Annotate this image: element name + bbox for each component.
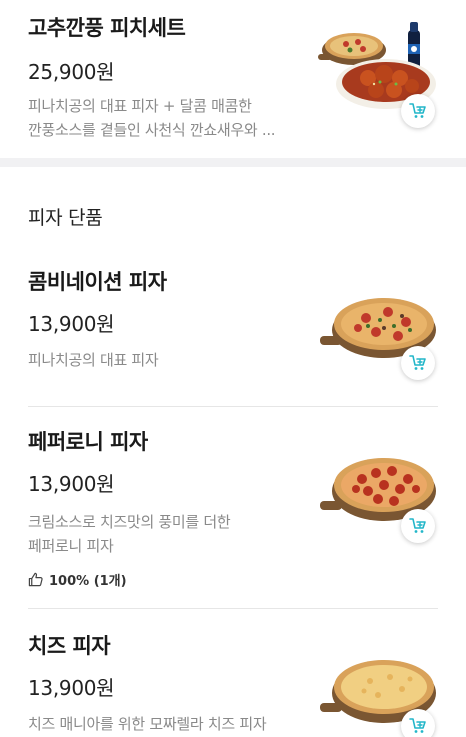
item-description-line: 피나치공의 대표 피자 + 달콤 매콤한 — [28, 97, 252, 115]
add-to-cart-button[interactable] — [401, 709, 435, 737]
item-description-line: 페퍼로니 피자 — [28, 537, 114, 555]
item-price: 13,900원 — [28, 472, 115, 496]
add-to-cart-icon — [409, 718, 426, 733]
menu-item-pepperoni-pizza[interactable]: 페퍼로니 피자 13,900원 크림소스로 치즈맛의 풍미를 더한 페퍼로니 피… — [0, 407, 466, 607]
item-name: 콤비네이션 피자 — [28, 270, 167, 294]
item-description: 크림소스로 치즈맛의 풍미를 더한 페퍼로니 피자 — [28, 510, 298, 558]
item-name: 페퍼로니 피자 — [28, 430, 148, 454]
menu-item-featured-set[interactable]: 고추깐풍 피치세트 25,900원 피나치공의 대표 피자 + 달콤 매콤한 깐… — [0, 0, 466, 158]
item-name: 치즈 피자 — [28, 634, 111, 658]
add-to-cart-button[interactable] — [401, 509, 435, 543]
item-description-line: 깐풍소스를 곁들인 사천식 깐쇼새우와 ... — [28, 121, 276, 139]
add-to-cart-button[interactable] — [401, 346, 435, 380]
item-description: 피나치공의 대표 피자 + 달콤 매콤한 깐풍소스를 곁들인 사천식 깐쇼새우와… — [28, 94, 298, 142]
add-to-cart-button[interactable] — [401, 94, 435, 128]
review-score: 100% (1개) — [49, 574, 127, 589]
item-description: 치즈 매니아를 위한 모짜렐라 치즈 피자 — [28, 712, 328, 736]
item-price: 25,900원 — [28, 60, 115, 84]
add-to-cart-icon — [409, 355, 426, 370]
item-description-line: 피나치공의 대표 피자 — [28, 351, 159, 369]
menu-item-combination-pizza[interactable]: 콤비네이션 피자 13,900원 피나치공의 대표 피자 — [0, 248, 466, 406]
item-description-line: 치즈 매니아를 위한 모짜렐라 치즈 피자 — [28, 715, 267, 733]
section-title: 피자 단품 — [28, 207, 103, 229]
item-price: 13,900원 — [28, 676, 115, 700]
item-name: 고추깐풍 피치세트 — [28, 16, 186, 40]
review-summary: 100% (1개) — [28, 570, 127, 589]
section-separator — [0, 158, 466, 167]
item-description-line: 크림소스로 치즈맛의 풍미를 더한 — [28, 513, 231, 531]
menu-page: 고추깐풍 피치세트 25,900원 피나치공의 대표 피자 + 달콤 매콤한 깐… — [0, 0, 466, 737]
add-to-cart-icon — [409, 103, 426, 118]
item-description: 피나치공의 대표 피자 — [28, 348, 298, 372]
add-to-cart-icon — [409, 518, 426, 533]
menu-item-cheese-pizza[interactable]: 치즈 피자 13,900원 치즈 매니아를 위한 모짜렐라 치즈 피자 — [0, 609, 466, 737]
item-price: 13,900원 — [28, 312, 115, 336]
thumbs-up-icon — [28, 572, 43, 587]
